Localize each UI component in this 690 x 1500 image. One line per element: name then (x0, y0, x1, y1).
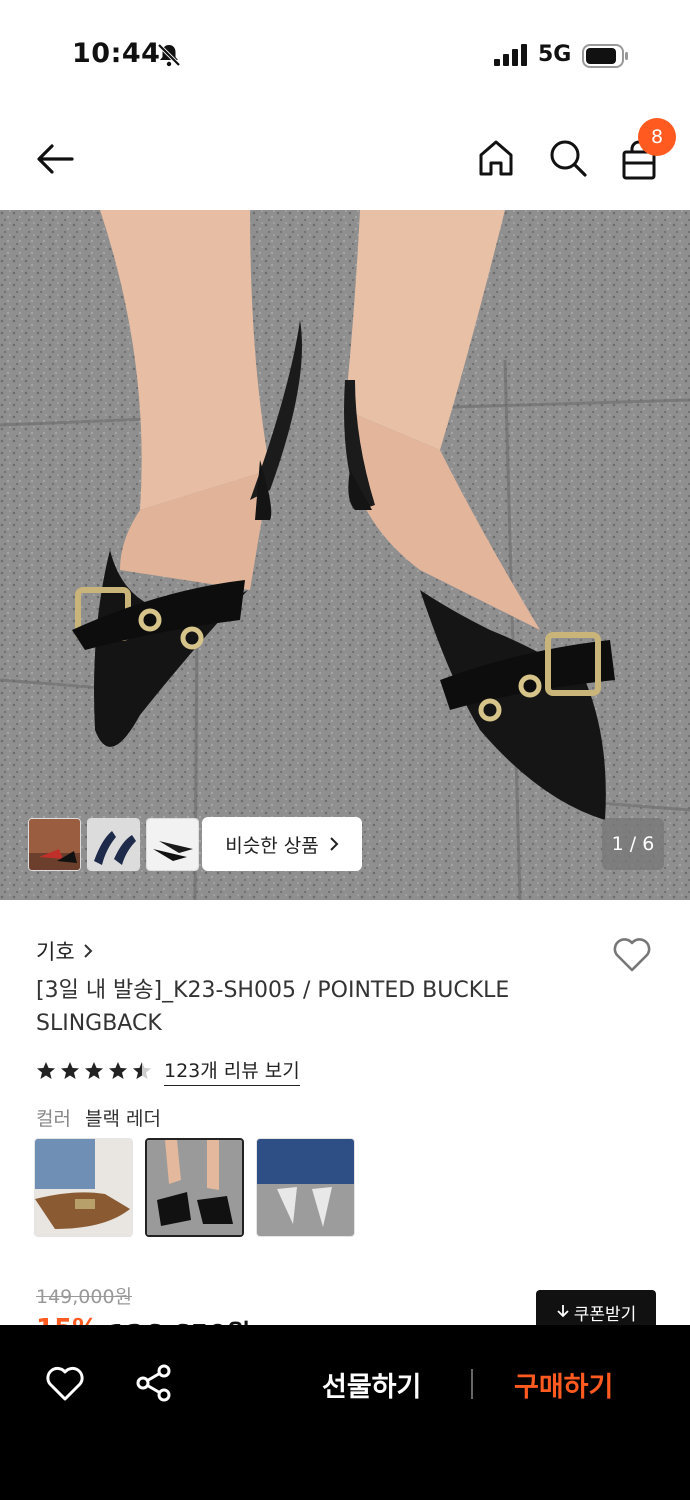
star-filled-icon (109, 1062, 127, 1079)
status-time: 10:44 (72, 38, 161, 69)
battery-icon (582, 44, 628, 68)
home-icon[interactable] (474, 136, 518, 180)
similar-products-button[interactable]: 비슷한 상품 (202, 817, 362, 871)
product-photo (0, 210, 690, 900)
heart-outline-icon[interactable] (610, 932, 654, 976)
product-image-gallery[interactable]: 비슷한 상품 1 / 6 (0, 210, 690, 900)
bell-muted-icon (157, 43, 181, 67)
color-swatch-brown[interactable] (34, 1138, 133, 1237)
rating-row: 123개 리뷰 보기 (36, 1056, 300, 1086)
chevron-right-icon (330, 837, 339, 851)
star-half-icon (133, 1062, 151, 1079)
bottom-action-bar: 선물하기 구매하기 (0, 1325, 690, 1500)
color-swatch-silver[interactable] (256, 1138, 355, 1237)
bar-divider (471, 1369, 473, 1399)
gift-button[interactable]: 선물하기 (322, 1365, 421, 1404)
network-type: 5G (538, 42, 572, 67)
back-arrow-icon[interactable] (32, 136, 78, 182)
share-icon[interactable] (134, 1363, 174, 1403)
heart-icon[interactable] (44, 1363, 86, 1403)
gallery-thumbnail[interactable] (87, 818, 140, 871)
cart-count-badge: 8 (638, 118, 676, 156)
top-navigation: 8 (0, 110, 690, 210)
color-option-row: 컬러 블랙 레더 (36, 1104, 161, 1131)
star-filled-icon (37, 1062, 55, 1079)
signal-icon (494, 44, 527, 66)
review-link[interactable]: 123개 리뷰 보기 (164, 1056, 300, 1086)
gallery-thumbnails (28, 818, 199, 871)
similar-products-label: 비슷한 상품 (225, 834, 319, 857)
selected-color: 블랙 레더 (84, 1108, 161, 1130)
search-icon[interactable] (546, 136, 590, 180)
image-counter: 1 / 6 (602, 818, 664, 870)
gallery-thumbnail[interactable] (146, 818, 199, 871)
color-swatch-black[interactable] (145, 1138, 244, 1237)
gallery-thumbnail[interactable] (28, 818, 81, 871)
star-filled-icon (61, 1062, 79, 1079)
buy-button[interactable]: 구매하기 (514, 1365, 613, 1404)
chevron-right-icon (83, 944, 93, 958)
download-icon (557, 1305, 569, 1318)
coupon-label: 쿠폰받기 (573, 1304, 637, 1325)
brand-link[interactable]: 기호 (36, 936, 93, 966)
star-filled-icon (85, 1062, 103, 1079)
original-price: 149,000원 (36, 1286, 133, 1308)
brand-name: 기호 (36, 940, 75, 964)
product-title: [3일 내 발송]_K23-SH005 / POINTED BUCKLE SLI… (36, 978, 510, 1036)
status-bar: 10:44 5G (0, 0, 690, 110)
color-label: 컬러 (36, 1108, 71, 1130)
color-swatches (34, 1138, 355, 1237)
